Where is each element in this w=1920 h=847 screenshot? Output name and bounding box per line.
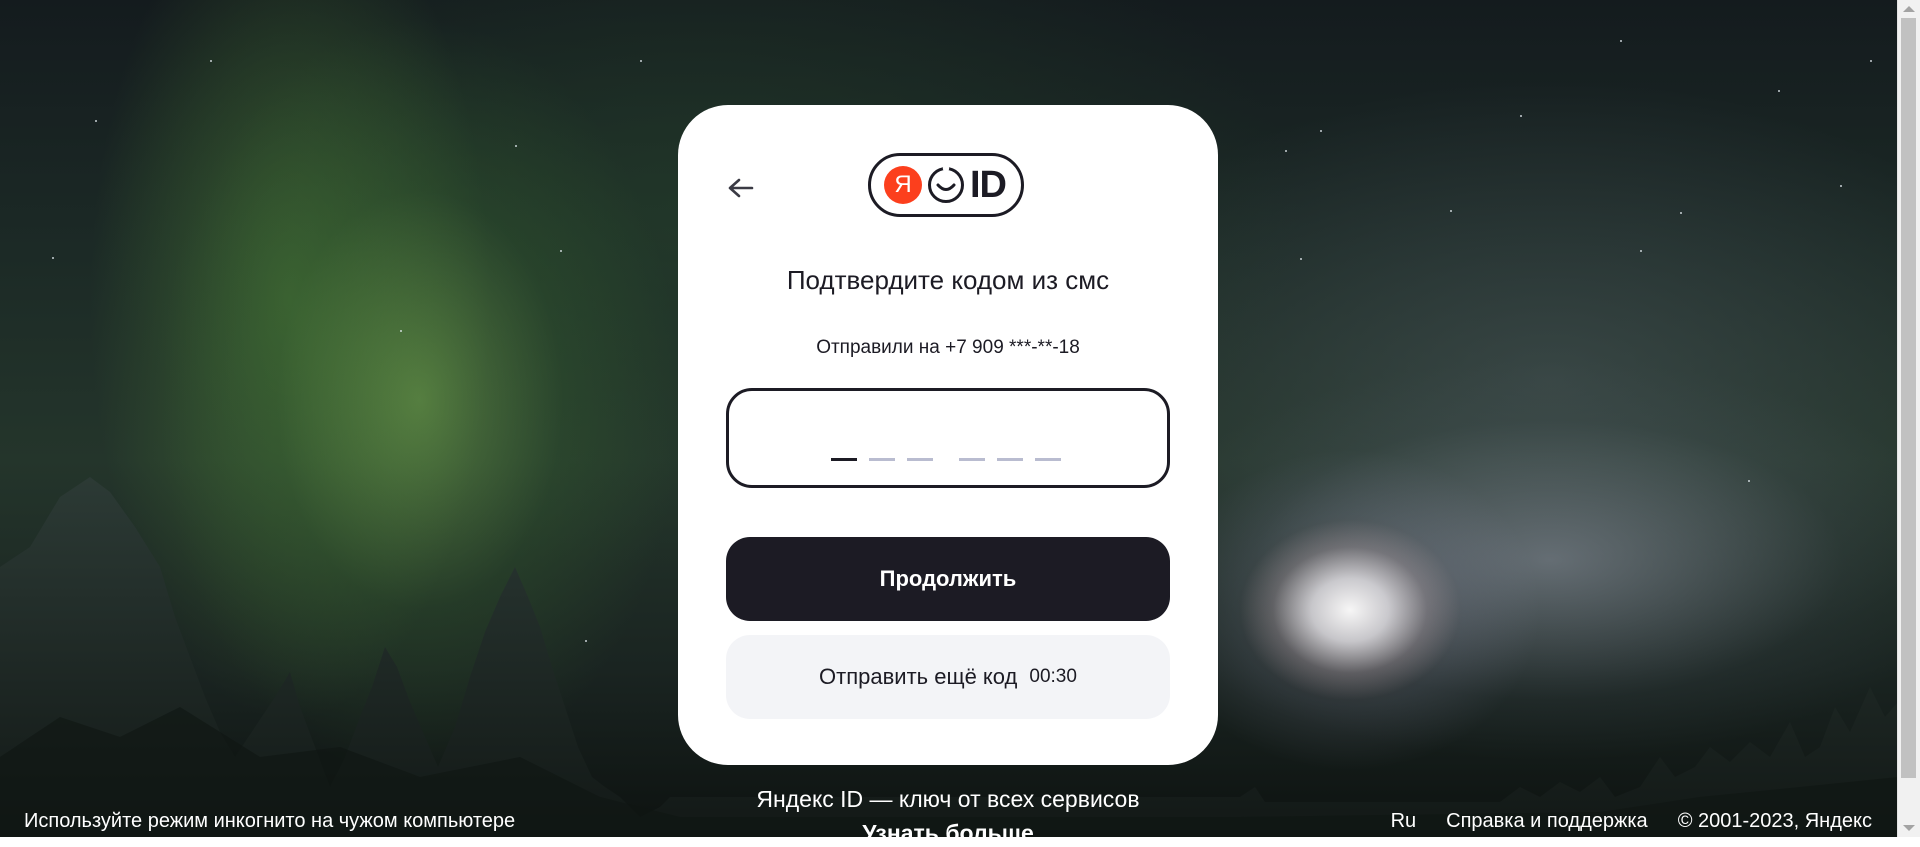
- code-slot-6: [1035, 458, 1061, 461]
- back-button[interactable]: [720, 167, 762, 209]
- smile-icon: [928, 165, 964, 203]
- help-link[interactable]: Справка и поддержка: [1446, 810, 1648, 833]
- scroll-down-icon[interactable]: [1903, 825, 1915, 831]
- scroll-up-icon[interactable]: [1903, 6, 1915, 12]
- logo-id-text: ID: [970, 163, 1007, 206]
- arrow-left-icon: [728, 178, 754, 198]
- page-title: Подтвердите кодом из смс: [786, 265, 1110, 295]
- incognito-tip: Используйте режим инкогнито на чужом ком…: [24, 810, 516, 832]
- page-scrollbar[interactable]: [1897, 0, 1920, 837]
- code-slot-5: [997, 458, 1023, 461]
- code-slot-2: [869, 458, 895, 461]
- yandex-id-logo: Я ID: [868, 153, 1024, 217]
- language-switcher[interactable]: Ru: [1391, 810, 1417, 833]
- copyright-text: © 2001-2023, Яндекс: [1677, 810, 1872, 832]
- continue-button[interactable]: Продолжить: [726, 537, 1170, 621]
- resend-timer: 00:30: [1029, 666, 1077, 687]
- code-slot-4: [959, 458, 985, 461]
- code-slot-3: [907, 458, 933, 461]
- yandex-logo-icon: Я: [884, 166, 922, 204]
- resend-code-button[interactable]: Отправить ещё код 00:30: [726, 635, 1170, 719]
- sent-to-phone-text: Отправили на +7 909 ***-**-18: [816, 337, 1080, 358]
- learn-more-link[interactable]: Узнать больше: [648, 820, 1248, 847]
- code-slot-1: [831, 458, 857, 461]
- promo-tagline: Яндекс ID — ключ от всех сервисов: [756, 786, 1140, 812]
- sms-code-input[interactable]: [726, 388, 1170, 488]
- scrollbar-thumb[interactable]: [1901, 18, 1916, 778]
- footer-links: Ru Справка и поддержка © 2001-2023, Янде…: [1391, 810, 1872, 833]
- auth-card: Я ID Подтвердите кодом из смс Отправили …: [678, 105, 1218, 765]
- resend-code-label: Отправить ещё код: [819, 664, 1018, 689]
